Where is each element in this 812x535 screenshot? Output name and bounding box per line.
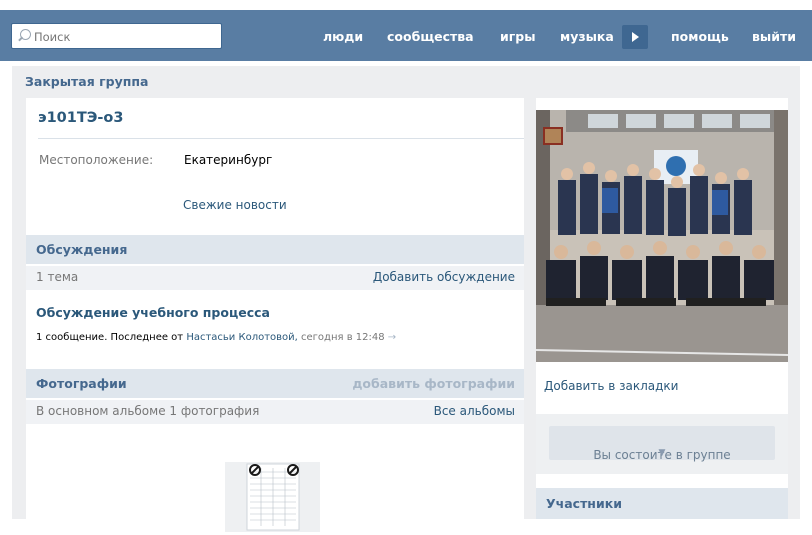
arrow-right-icon[interactable]: → <box>388 332 396 343</box>
add-discussion-link[interactable]: Добавить обсуждение <box>373 270 515 284</box>
discussions-subheader: 1 тема Добавить обсуждение <box>26 266 524 290</box>
top-nav-bar: люди сообщества игры музыка помощь выйти <box>0 10 812 61</box>
topic-meta: 1 сообщение. Последнее от Настасьи Колот… <box>36 332 396 343</box>
document-thumbnail-icon <box>246 463 300 531</box>
album-info: В основном альбоме 1 фотография <box>36 404 260 418</box>
divider <box>38 138 524 139</box>
nav-logout[interactable]: выйти <box>752 29 796 44</box>
add-photos-link[interactable]: добавить фотографии <box>352 376 515 391</box>
all-albums-link[interactable]: Все альбомы <box>434 404 515 418</box>
photos-subheader: В основном альбоме 1 фотография Все альб… <box>26 400 524 424</box>
main-column: э101ТЭ-о3 Местоположение: Екатеринбург С… <box>26 98 524 532</box>
photo-thumbnail[interactable] <box>225 462 320 532</box>
topic-count: 1 тема <box>36 270 79 284</box>
nav-communities[interactable]: сообщества <box>387 29 474 44</box>
play-icon[interactable] <box>622 25 648 49</box>
location-value: Екатеринбург <box>184 153 273 167</box>
search-field[interactable] <box>11 23 222 49</box>
dropdown-arrow-icon: ▼ <box>658 448 666 458</box>
page-content: Закрытая группа э101ТЭ-о3 Местоположение… <box>12 66 800 532</box>
photos-header[interactable]: Фотографии добавить фотографии <box>26 369 524 398</box>
membership-box: Вы состоите в группе ▼ <box>536 414 788 474</box>
topic-author-link[interactable]: Настасьи Колотовой, <box>186 332 298 343</box>
bookmark-link[interactable]: Добавить в закладки <box>544 379 678 393</box>
topic-meta-prefix: 1 сообщение. Последнее от <box>36 332 184 343</box>
group-photo-image <box>536 110 788 362</box>
location-label: Местоположение: <box>39 153 154 167</box>
top-bar: люди сообщества игры музыка помощь выйти <box>0 0 812 66</box>
membership-button[interactable]: Вы состоите в группе ▼ <box>549 426 775 462</box>
photos-title[interactable]: Фотографии <box>36 376 127 391</box>
topic-time[interactable]: сегодня в 12:48 <box>301 332 385 343</box>
fresh-news-link[interactable]: Свежие новости <box>183 198 287 212</box>
discussions-header[interactable]: Обсуждения <box>26 235 524 264</box>
search-input[interactable] <box>34 28 214 45</box>
nav-music[interactable]: музыка <box>560 29 614 44</box>
nav-games[interactable]: игры <box>500 29 536 44</box>
discussions-title[interactable]: Обсуждения <box>36 242 127 257</box>
members-title[interactable]: Участники <box>546 496 622 511</box>
group-type-label: Закрытая группа <box>25 74 149 89</box>
nav-people[interactable]: люди <box>323 29 363 44</box>
search-icon <box>20 29 31 40</box>
members-header[interactable]: Участники <box>536 488 788 519</box>
side-column: Добавить в закладки Вы состоите в группе… <box>536 98 788 519</box>
group-name: э101ТЭ-о3 <box>38 110 124 126</box>
topic-title[interactable]: Обсуждение учебного процесса <box>36 305 270 320</box>
nav-help[interactable]: помощь <box>671 29 729 44</box>
group-avatar-photo[interactable] <box>536 110 788 362</box>
